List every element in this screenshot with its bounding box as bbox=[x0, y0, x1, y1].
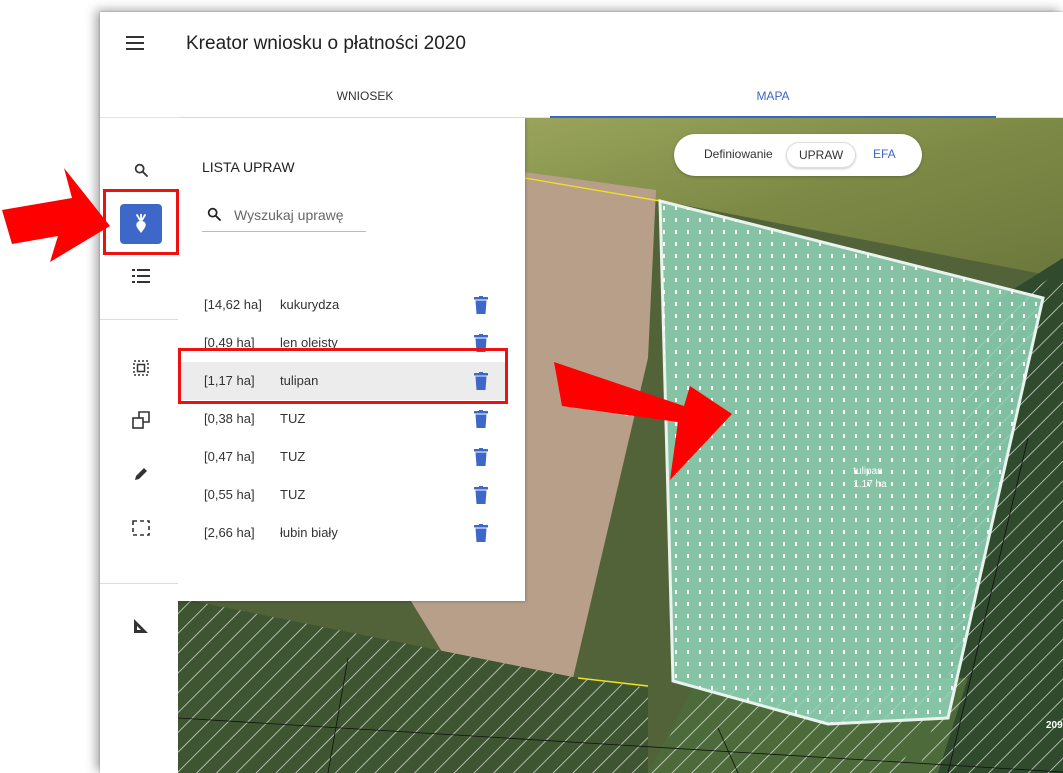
crop-search-input[interactable] bbox=[234, 204, 364, 226]
trash-icon[interactable] bbox=[474, 410, 488, 428]
pencil-icon bbox=[135, 468, 147, 480]
tool-measure[interactable] bbox=[120, 606, 162, 646]
trash-icon[interactable] bbox=[474, 486, 488, 504]
select-parcel-icon bbox=[133, 360, 149, 376]
menu-icon[interactable] bbox=[126, 36, 144, 50]
crop-row[interactable]: [0,47 ha] TUZ bbox=[178, 438, 505, 476]
crop-area: [14,62 ha] bbox=[204, 297, 262, 312]
tab-wniosek[interactable]: WNIOSEK bbox=[180, 80, 550, 118]
crop-name: TUZ bbox=[280, 449, 306, 464]
tool-copy-shape[interactable] bbox=[120, 400, 162, 440]
trash-icon[interactable] bbox=[474, 448, 488, 466]
crop-name: łubin biały bbox=[280, 525, 338, 540]
highlight-box-selected-row bbox=[178, 348, 508, 404]
crop-area: [0,47 ha] bbox=[204, 449, 255, 464]
app-title: Kreator wniosku o płatności 2020 bbox=[186, 33, 466, 54]
crop-row[interactable]: [2,66 ha] łubin biały bbox=[178, 514, 505, 552]
crop-row[interactable]: [0,38 ha] TUZ bbox=[178, 400, 505, 438]
crop-row[interactable]: [0,55 ha] TUZ bbox=[178, 476, 505, 514]
crop-row[interactable]: [14,62 ha] kukurydza bbox=[178, 286, 505, 324]
screenshot-frame: Kreator wniosku o płatności 2020 WNIOSEK… bbox=[0, 0, 1063, 773]
crop-map-label: tulipan bbox=[853, 466, 882, 477]
search-icon bbox=[134, 163, 148, 177]
crop-name: kukurydza bbox=[280, 297, 340, 312]
tab-bar: WNIOSEK MAPA bbox=[100, 80, 1063, 118]
panel-title: LISTA UPRAW bbox=[202, 159, 295, 175]
highlight-box-crop-tool bbox=[103, 189, 179, 255]
trash-icon[interactable] bbox=[474, 296, 488, 314]
tab-mapa[interactable]: MAPA bbox=[550, 80, 996, 118]
toggle-label: Definiowanie bbox=[704, 147, 773, 161]
tool-draw[interactable] bbox=[120, 454, 162, 494]
measure-ruler-icon bbox=[134, 619, 148, 633]
tool-rectangle[interactable] bbox=[120, 508, 162, 548]
top-app-bar: Kreator wniosku o płatności 2020 bbox=[100, 12, 1063, 80]
toolbar-divider bbox=[100, 583, 178, 584]
crop-map-area: 1.17 ha bbox=[853, 479, 887, 490]
crop-area: [0,55 ha] bbox=[204, 487, 255, 502]
crop-area: [2,66 ha] bbox=[204, 525, 255, 540]
toggle-option-efa[interactable]: EFA bbox=[873, 147, 896, 161]
list-icon bbox=[132, 269, 150, 283]
crop-name: TUZ bbox=[280, 487, 306, 502]
parcel-label-left: 391 bbox=[624, 408, 641, 419]
red-arrow-left bbox=[2, 168, 110, 262]
trash-icon[interactable] bbox=[474, 524, 488, 542]
search-icon bbox=[207, 207, 221, 221]
parcel-label-right: 209 bbox=[1046, 720, 1063, 731]
definition-mode-toggle: Definiowanie UPRAW EFA bbox=[674, 134, 922, 176]
tool-select-parcel[interactable] bbox=[120, 348, 162, 388]
toggle-option-upraw[interactable]: UPRAW bbox=[786, 142, 857, 168]
toolbar-divider bbox=[100, 319, 178, 320]
crop-area: [0,38 ha] bbox=[204, 411, 255, 426]
dashed-rectangle-icon bbox=[132, 520, 150, 536]
crop-name: TUZ bbox=[280, 411, 306, 426]
tool-list[interactable] bbox=[120, 256, 162, 296]
crop-search bbox=[202, 204, 366, 232]
tool-search[interactable] bbox=[120, 150, 162, 190]
copy-shape-icon bbox=[132, 411, 150, 429]
